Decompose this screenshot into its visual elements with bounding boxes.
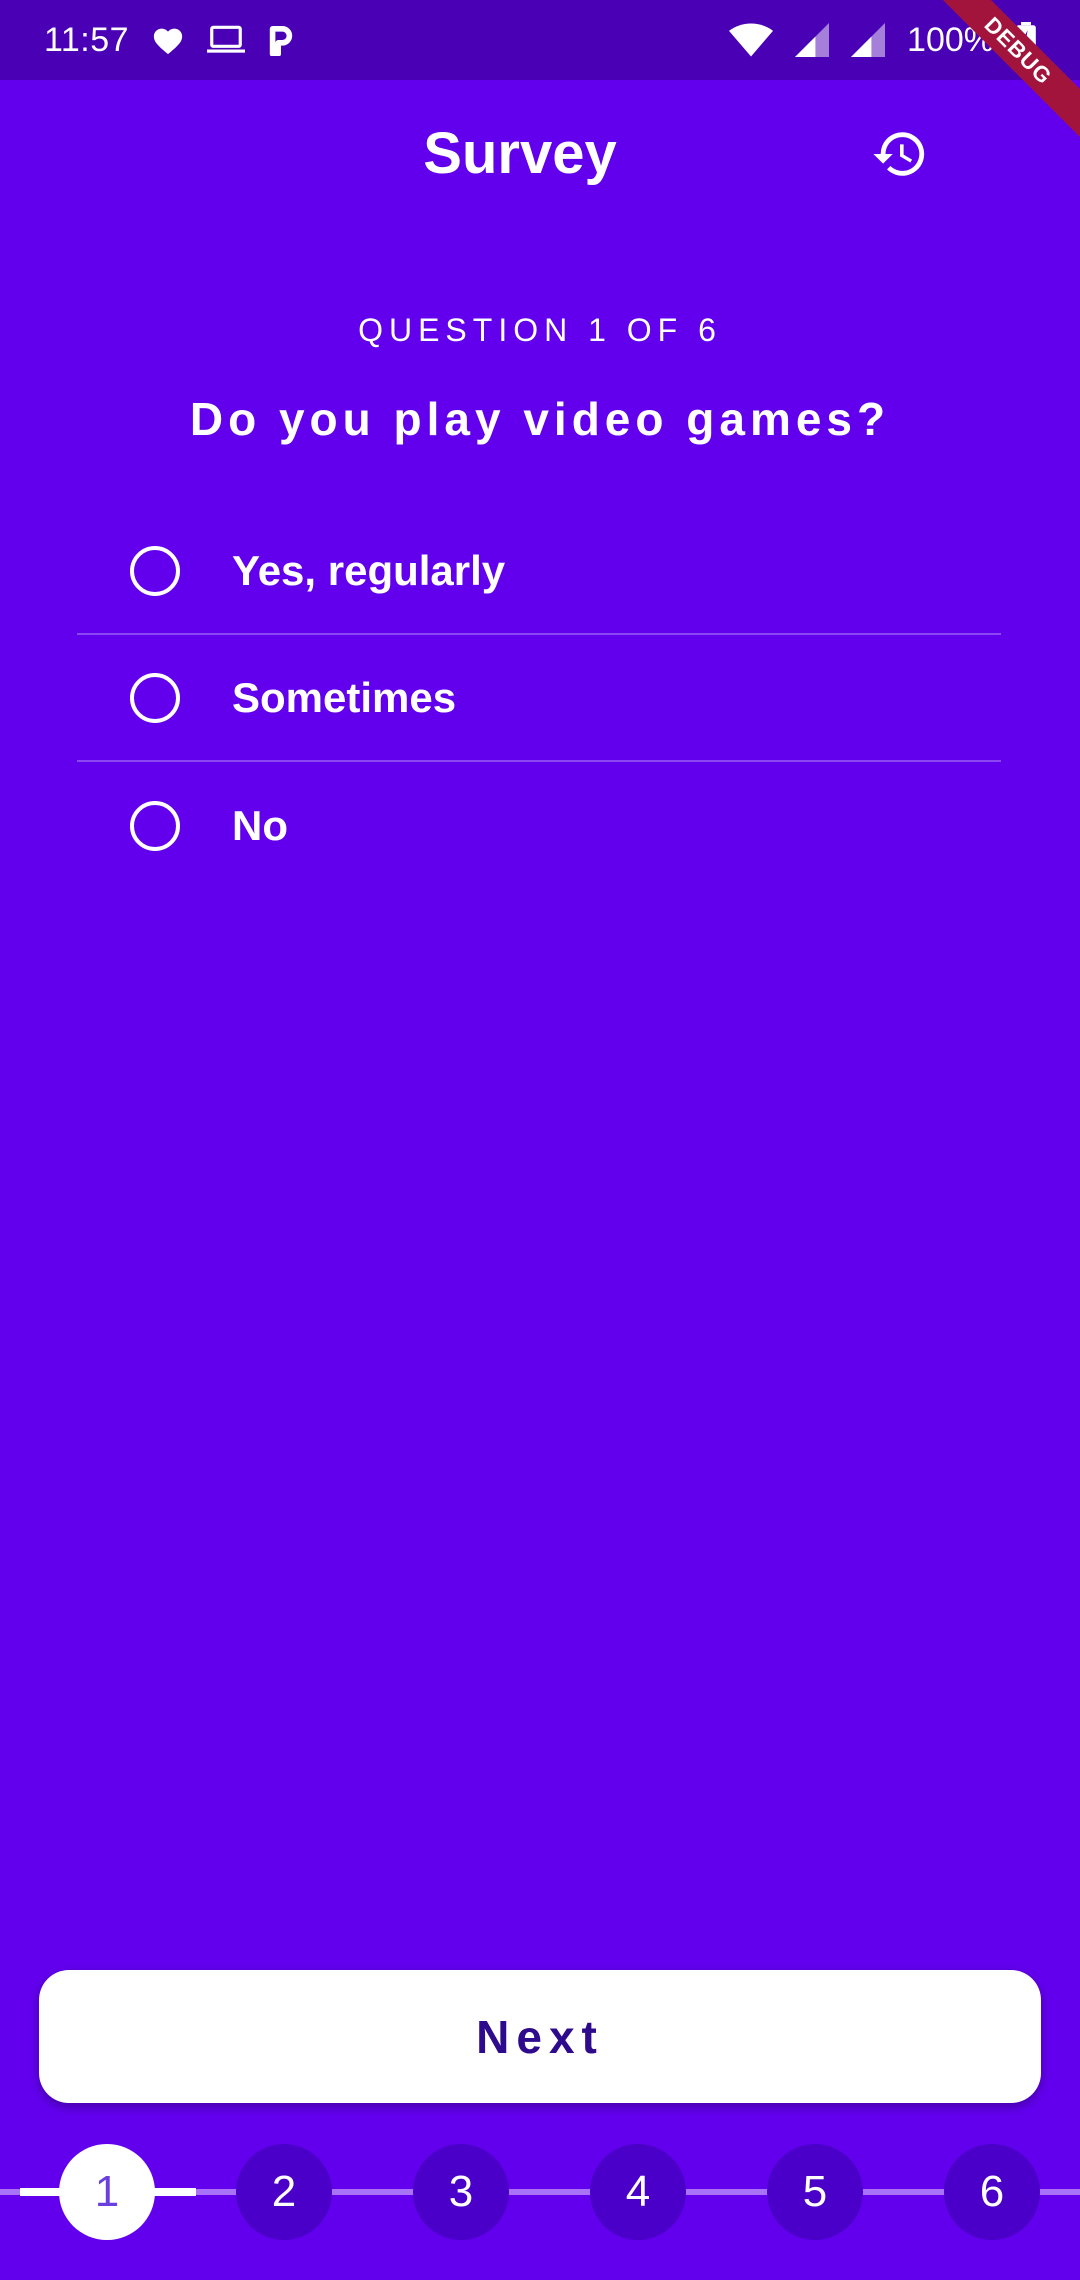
option-label: Yes, regularly	[232, 546, 506, 594]
history-icon	[871, 125, 929, 188]
parking-icon	[267, 24, 295, 56]
option-label: Sometimes	[232, 673, 457, 721]
battery-percent: 100%	[907, 20, 994, 59]
laptop-icon	[207, 25, 246, 55]
step-6[interactable]: 6	[944, 2144, 1040, 2240]
step-3[interactable]: 3	[413, 2144, 509, 2240]
option-sometimes[interactable]: Sometimes	[77, 635, 1001, 762]
wifi-icon	[729, 23, 774, 57]
option-yes-regularly[interactable]: Yes, regularly	[77, 508, 1001, 635]
step-2[interactable]: 2	[236, 2144, 332, 2240]
answer-options: Yes, regularly Sometimes No	[77, 508, 1001, 889]
question-counter: QUESTION 1 OF 6	[358, 312, 722, 348]
app-bar: Survey	[0, 80, 1080, 230]
history-button[interactable]	[868, 124, 932, 188]
next-button[interactable]: Next	[39, 1970, 1041, 2103]
option-no[interactable]: No	[77, 762, 1001, 889]
step-indicator: 1 2 3 4 5 6	[0, 2142, 1080, 2242]
question-text: Do you play video games?	[189, 393, 891, 445]
heart-icon	[151, 24, 185, 56]
status-right: 100%	[729, 21, 1036, 60]
step-4[interactable]: 4	[590, 2144, 686, 2240]
battery-charging-icon	[1016, 22, 1036, 58]
option-label: No	[232, 801, 288, 849]
status-bar: 11:57 100%	[0, 0, 1080, 80]
step-5[interactable]: 5	[767, 2144, 863, 2240]
status-left: 11:57	[44, 21, 295, 60]
next-button-label: Next	[476, 2010, 604, 2063]
status-time: 11:57	[44, 20, 130, 59]
radio-button[interactable]	[130, 672, 180, 723]
step-1[interactable]: 1	[59, 2144, 155, 2240]
radio-button[interactable]	[130, 800, 180, 851]
signal-icon	[795, 23, 830, 57]
radio-button[interactable]	[130, 545, 180, 596]
signal-icon	[851, 23, 886, 57]
